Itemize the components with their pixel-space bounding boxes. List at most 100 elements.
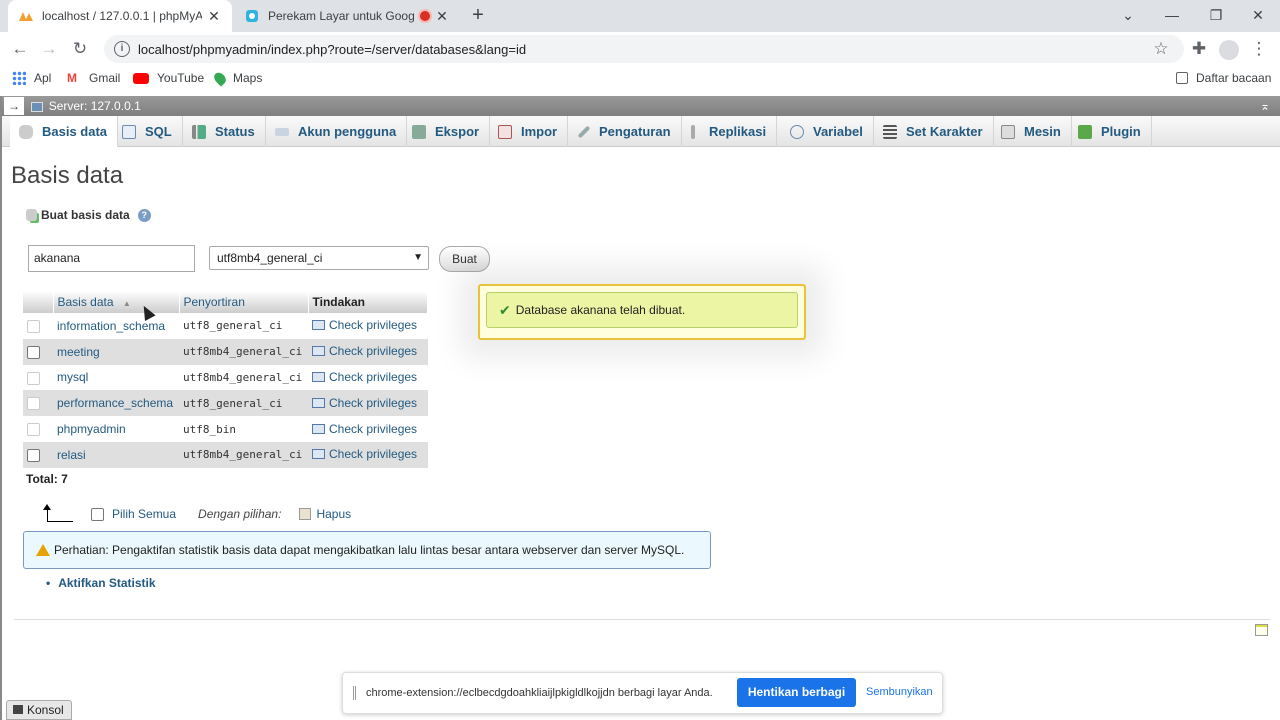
bookmark-maps[interactable]: Maps (211, 69, 262, 87)
tab-user-accounts[interactable]: Akun pengguna (266, 116, 408, 147)
tab-import[interactable]: Impor (489, 116, 569, 147)
console-icon (13, 705, 23, 714)
bookmark-label: Apl (34, 71, 52, 85)
help-icon[interactable]: ? (137, 208, 151, 222)
select-all-checkbox[interactable] (91, 507, 104, 521)
sort-asc-icon: ▲ (122, 299, 131, 308)
database-link[interactable]: information_schema (53, 313, 179, 339)
tab-export[interactable]: Ekspor (403, 116, 491, 147)
database-name-input[interactable]: akanana (28, 245, 195, 272)
delete-button[interactable]: Hapus (299, 507, 351, 521)
database-link[interactable]: phpmyadmin (53, 416, 179, 442)
console-tab[interactable]: Konsol (6, 700, 72, 720)
check-privileges-link[interactable]: Check privileges (312, 318, 417, 332)
bookmark-youtube[interactable]: YouTube (133, 71, 204, 85)
select-all-label[interactable]: Pilih Semua (112, 507, 176, 521)
tab-charsets[interactable]: Set Karakter (874, 116, 994, 147)
reading-list[interactable]: Daftar bacaan (1176, 71, 1271, 85)
tab-phpmyadmin[interactable]: localhost / 127.0.0.1 | phpMyAdmin ✕ (8, 0, 232, 32)
check-privileges-link[interactable]: Check privileges (312, 396, 417, 410)
main-menu: Basis data SQL Status Akun pengguna Eksp… (2, 116, 1280, 147)
collapse-top-icon[interactable]: ⌅ (1260, 96, 1270, 116)
database-link[interactable]: performance_schema (53, 390, 179, 417)
tab-screen-recorder[interactable]: Perekam Layar untuk Google ✕ (234, 0, 460, 32)
minimize-button[interactable]: — (1150, 0, 1194, 32)
tab-settings[interactable]: Pengaturan (569, 116, 682, 147)
export-icon (412, 124, 426, 139)
create-database-button[interactable]: Buat (439, 246, 490, 272)
database-link[interactable]: meeting (53, 338, 179, 365)
hide-button[interactable]: Sembunyikan (866, 686, 933, 698)
page-content: → Server: 127.0.0.1 ⌅ Basis data SQL Sta… (0, 96, 1280, 720)
bookmark-page-icon[interactable] (1255, 624, 1268, 636)
close-tab-icon[interactable]: ✕ (206, 8, 222, 25)
select-column-header (23, 291, 54, 313)
browser-toolbar: ← → ↻ i localhost/phpmyadmin/index.php?r… (0, 32, 1280, 66)
check-privileges-link[interactable]: Check privileges (312, 422, 417, 436)
extensions-icon[interactable]: ✚ (1186, 36, 1212, 62)
charset-list-icon (883, 124, 897, 139)
database-link[interactable]: relasi (53, 441, 179, 468)
create-database-label[interactable]: Buat basis data ? (26, 208, 151, 222)
collapse-nav-icon[interactable]: → (4, 97, 24, 115)
table-row: performance_schema utf8_general_ci Check… (23, 390, 428, 417)
reading-list-label: Daftar bacaan (1196, 71, 1272, 85)
enable-statistics-link[interactable]: Aktifkan Statistik (46, 576, 155, 590)
tab-search-icon[interactable]: ⌄ (1106, 0, 1150, 32)
bookmark-star-icon[interactable]: ☆ (1148, 36, 1174, 62)
collation-cell: utf8mb4_general_ci (179, 441, 308, 468)
success-message: ✔ Database akanana telah dibuat. (486, 292, 798, 328)
table-row: phpmyadmin utf8_bin Check privileges (23, 416, 428, 442)
table-row: information_schema utf8_general_ci Check… (23, 313, 428, 339)
stop-sharing-button[interactable]: Hentikan berbagi (737, 678, 856, 707)
menu-kebab-icon[interactable]: ⋮ (1246, 36, 1272, 62)
row-checkbox[interactable] (27, 397, 40, 411)
table-row: mysql utf8mb4_general_ci Check privilege… (23, 364, 428, 391)
page-title: Basis data (11, 162, 124, 189)
tab-engines[interactable]: Mesin (992, 116, 1072, 147)
row-checkbox[interactable] (27, 371, 40, 385)
tab-databases[interactable]: Basis data (10, 116, 119, 147)
check-privileges-link[interactable]: Check privileges (312, 344, 417, 358)
column-header-database[interactable]: Basis data ▲ (53, 291, 180, 313)
back-icon[interactable]: ← (7, 36, 33, 62)
tab-plugins[interactable]: Plugin (1069, 116, 1152, 147)
tab-sql[interactable]: SQL (113, 116, 183, 147)
row-checkbox[interactable] (27, 423, 40, 437)
privileges-icon (312, 449, 325, 460)
delete-icon (299, 508, 312, 520)
forward-icon[interactable]: → (36, 36, 62, 62)
close-tab-icon[interactable]: ✕ (434, 8, 450, 25)
share-message: chrome-extension://eclbecdgdoahkliaijlpk… (366, 687, 713, 699)
server-label[interactable]: Server: 127.0.0.1 (49, 99, 141, 113)
database-icon (19, 124, 33, 139)
row-checkbox[interactable] (27, 449, 40, 463)
database-link[interactable]: mysql (53, 364, 179, 391)
apps-grid-icon (12, 71, 26, 85)
column-header-collation[interactable]: Penyortiran (179, 291, 309, 313)
collation-cell: utf8mb4_general_ci (179, 338, 308, 365)
site-info-icon[interactable]: i (114, 41, 130, 57)
new-tab-button[interactable]: + (466, 4, 490, 28)
row-checkbox[interactable] (27, 345, 40, 359)
warning-message: Perhatian: Pengaktifan statistik basis d… (23, 531, 711, 569)
tab-replication[interactable]: Replikasi (682, 116, 778, 147)
check-privileges-link[interactable]: Check privileges (312, 447, 417, 461)
row-checkbox[interactable] (27, 320, 40, 334)
databases-table: Basis data ▲ Penyortiran Tindakan inform… (23, 291, 428, 468)
drag-handle-icon[interactable] (353, 686, 356, 700)
bookmark-apps[interactable]: Apl (12, 71, 51, 85)
profile-avatar-icon[interactable] (1216, 36, 1242, 62)
address-bar[interactable]: i localhost/phpmyadmin/index.php?route=/… (104, 35, 1184, 63)
reload-icon[interactable]: ↻ (67, 36, 93, 62)
close-window-button[interactable]: ✕ (1236, 0, 1280, 32)
check-privileges-link[interactable]: Check privileges (312, 370, 417, 384)
tab-variables[interactable]: Variabel (781, 116, 874, 147)
bookmark-gmail[interactable]: M Gmail (67, 71, 120, 85)
restore-button[interactable]: ❐ (1194, 0, 1238, 32)
collation-select[interactable]: utf8mb4_general_ci ▼ (209, 246, 429, 270)
warning-icon (36, 544, 50, 556)
privileges-icon (312, 397, 325, 408)
tab-status[interactable]: Status (183, 116, 266, 147)
browser-tab-strip: localhost / 127.0.0.1 | phpMyAdmin ✕ Per… (0, 0, 1280, 32)
